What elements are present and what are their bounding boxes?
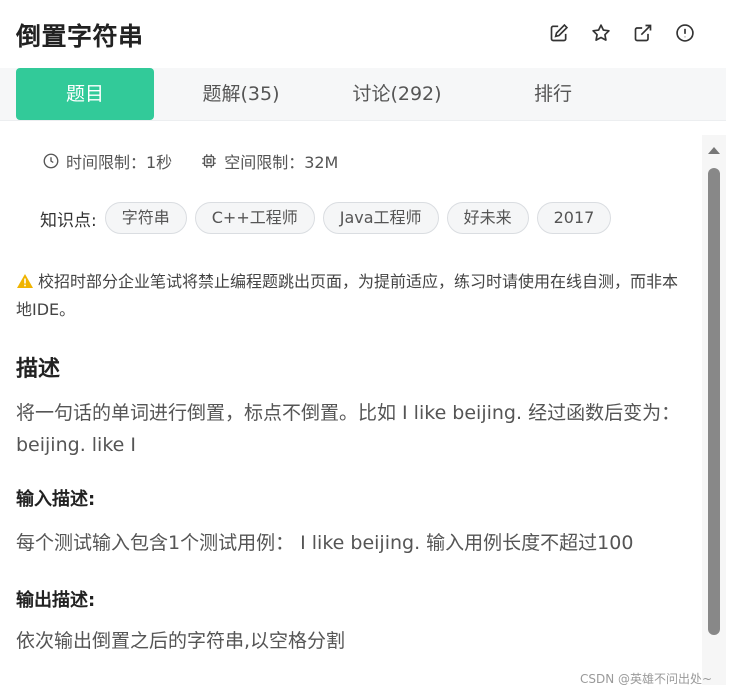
problem-header: 倒置字符串 xyxy=(0,0,726,68)
tab-solutions[interactable]: 题解(35) xyxy=(172,68,310,120)
input-description-text: 每个测试输入包含1个测试用例： I like beijing. 输入用例长度不超… xyxy=(16,532,634,554)
tag-item[interactable]: 2017 xyxy=(536,202,612,234)
page-title: 倒置字符串 xyxy=(16,22,144,51)
tab-discussion[interactable]: 讨论(292) xyxy=(328,68,466,120)
knowledge-tags: 知识点: 字符串 C++工程师 Java工程师 好未来 2017 xyxy=(40,202,619,234)
space-limit: 空间限制：32M xyxy=(200,149,338,173)
header-actions xyxy=(548,22,696,44)
external-link-icon[interactable] xyxy=(632,22,654,44)
description-heading: 描述 xyxy=(16,357,61,382)
tag-item[interactable]: 字符串 xyxy=(104,202,187,234)
alert-circle-icon[interactable] xyxy=(674,22,696,44)
tab-ranking[interactable]: 排行 xyxy=(484,68,622,120)
warning-icon xyxy=(16,271,34,297)
scroll-up-arrow[interactable] xyxy=(708,147,720,154)
time-limit-text: 时间限制：1秒 xyxy=(66,153,173,172)
scrollbar-thumb[interactable] xyxy=(708,168,720,635)
tag-item[interactable]: Java工程师 xyxy=(322,202,439,234)
star-icon[interactable] xyxy=(590,22,612,44)
limits-row: 时间限制：1秒 空间限制：32M xyxy=(42,149,366,173)
time-limit: 时间限制：1秒 xyxy=(42,149,172,173)
edit-icon[interactable] xyxy=(548,22,570,44)
tag-item[interactable]: C++工程师 xyxy=(194,202,315,234)
chip-icon xyxy=(202,154,216,168)
notice-text: 校招时部分企业笔试将禁止编程题跳出页面，为提前适应，练习时请使用在线自测，而非本… xyxy=(16,272,679,319)
description-text: 将一句话的单词进行倒置，标点不倒置。比如 I like beijing. 经过函… xyxy=(16,402,681,456)
tab-bar: 题目 题解(35) 讨论(292) 排行 xyxy=(0,68,726,121)
tags-label: 知识点: xyxy=(40,210,97,231)
output-description-heading: 输出描述: xyxy=(16,590,96,611)
exam-notice: 校招时部分企业笔试将禁止编程题跳出页面，为提前适应，练习时请使用在线自测，而非本… xyxy=(16,269,686,323)
output-description-text: 依次输出倒置之后的字符串,以空格分割 xyxy=(16,630,346,652)
clock-icon xyxy=(43,153,59,169)
watermark: CSDN @英雄不问出处~ xyxy=(580,672,713,686)
space-limit-text: 空间限制：32M xyxy=(224,153,339,172)
problem-content: 时间限制：1秒 空间限制：32M 知识点: 字符串 C++工程师 Java工程师… xyxy=(0,121,700,692)
tab-problem[interactable]: 题目 xyxy=(16,68,154,120)
tag-item[interactable]: 好未来 xyxy=(446,202,529,234)
vertical-scrollbar[interactable] xyxy=(702,135,726,685)
input-description-heading: 输入描述: xyxy=(16,489,96,510)
